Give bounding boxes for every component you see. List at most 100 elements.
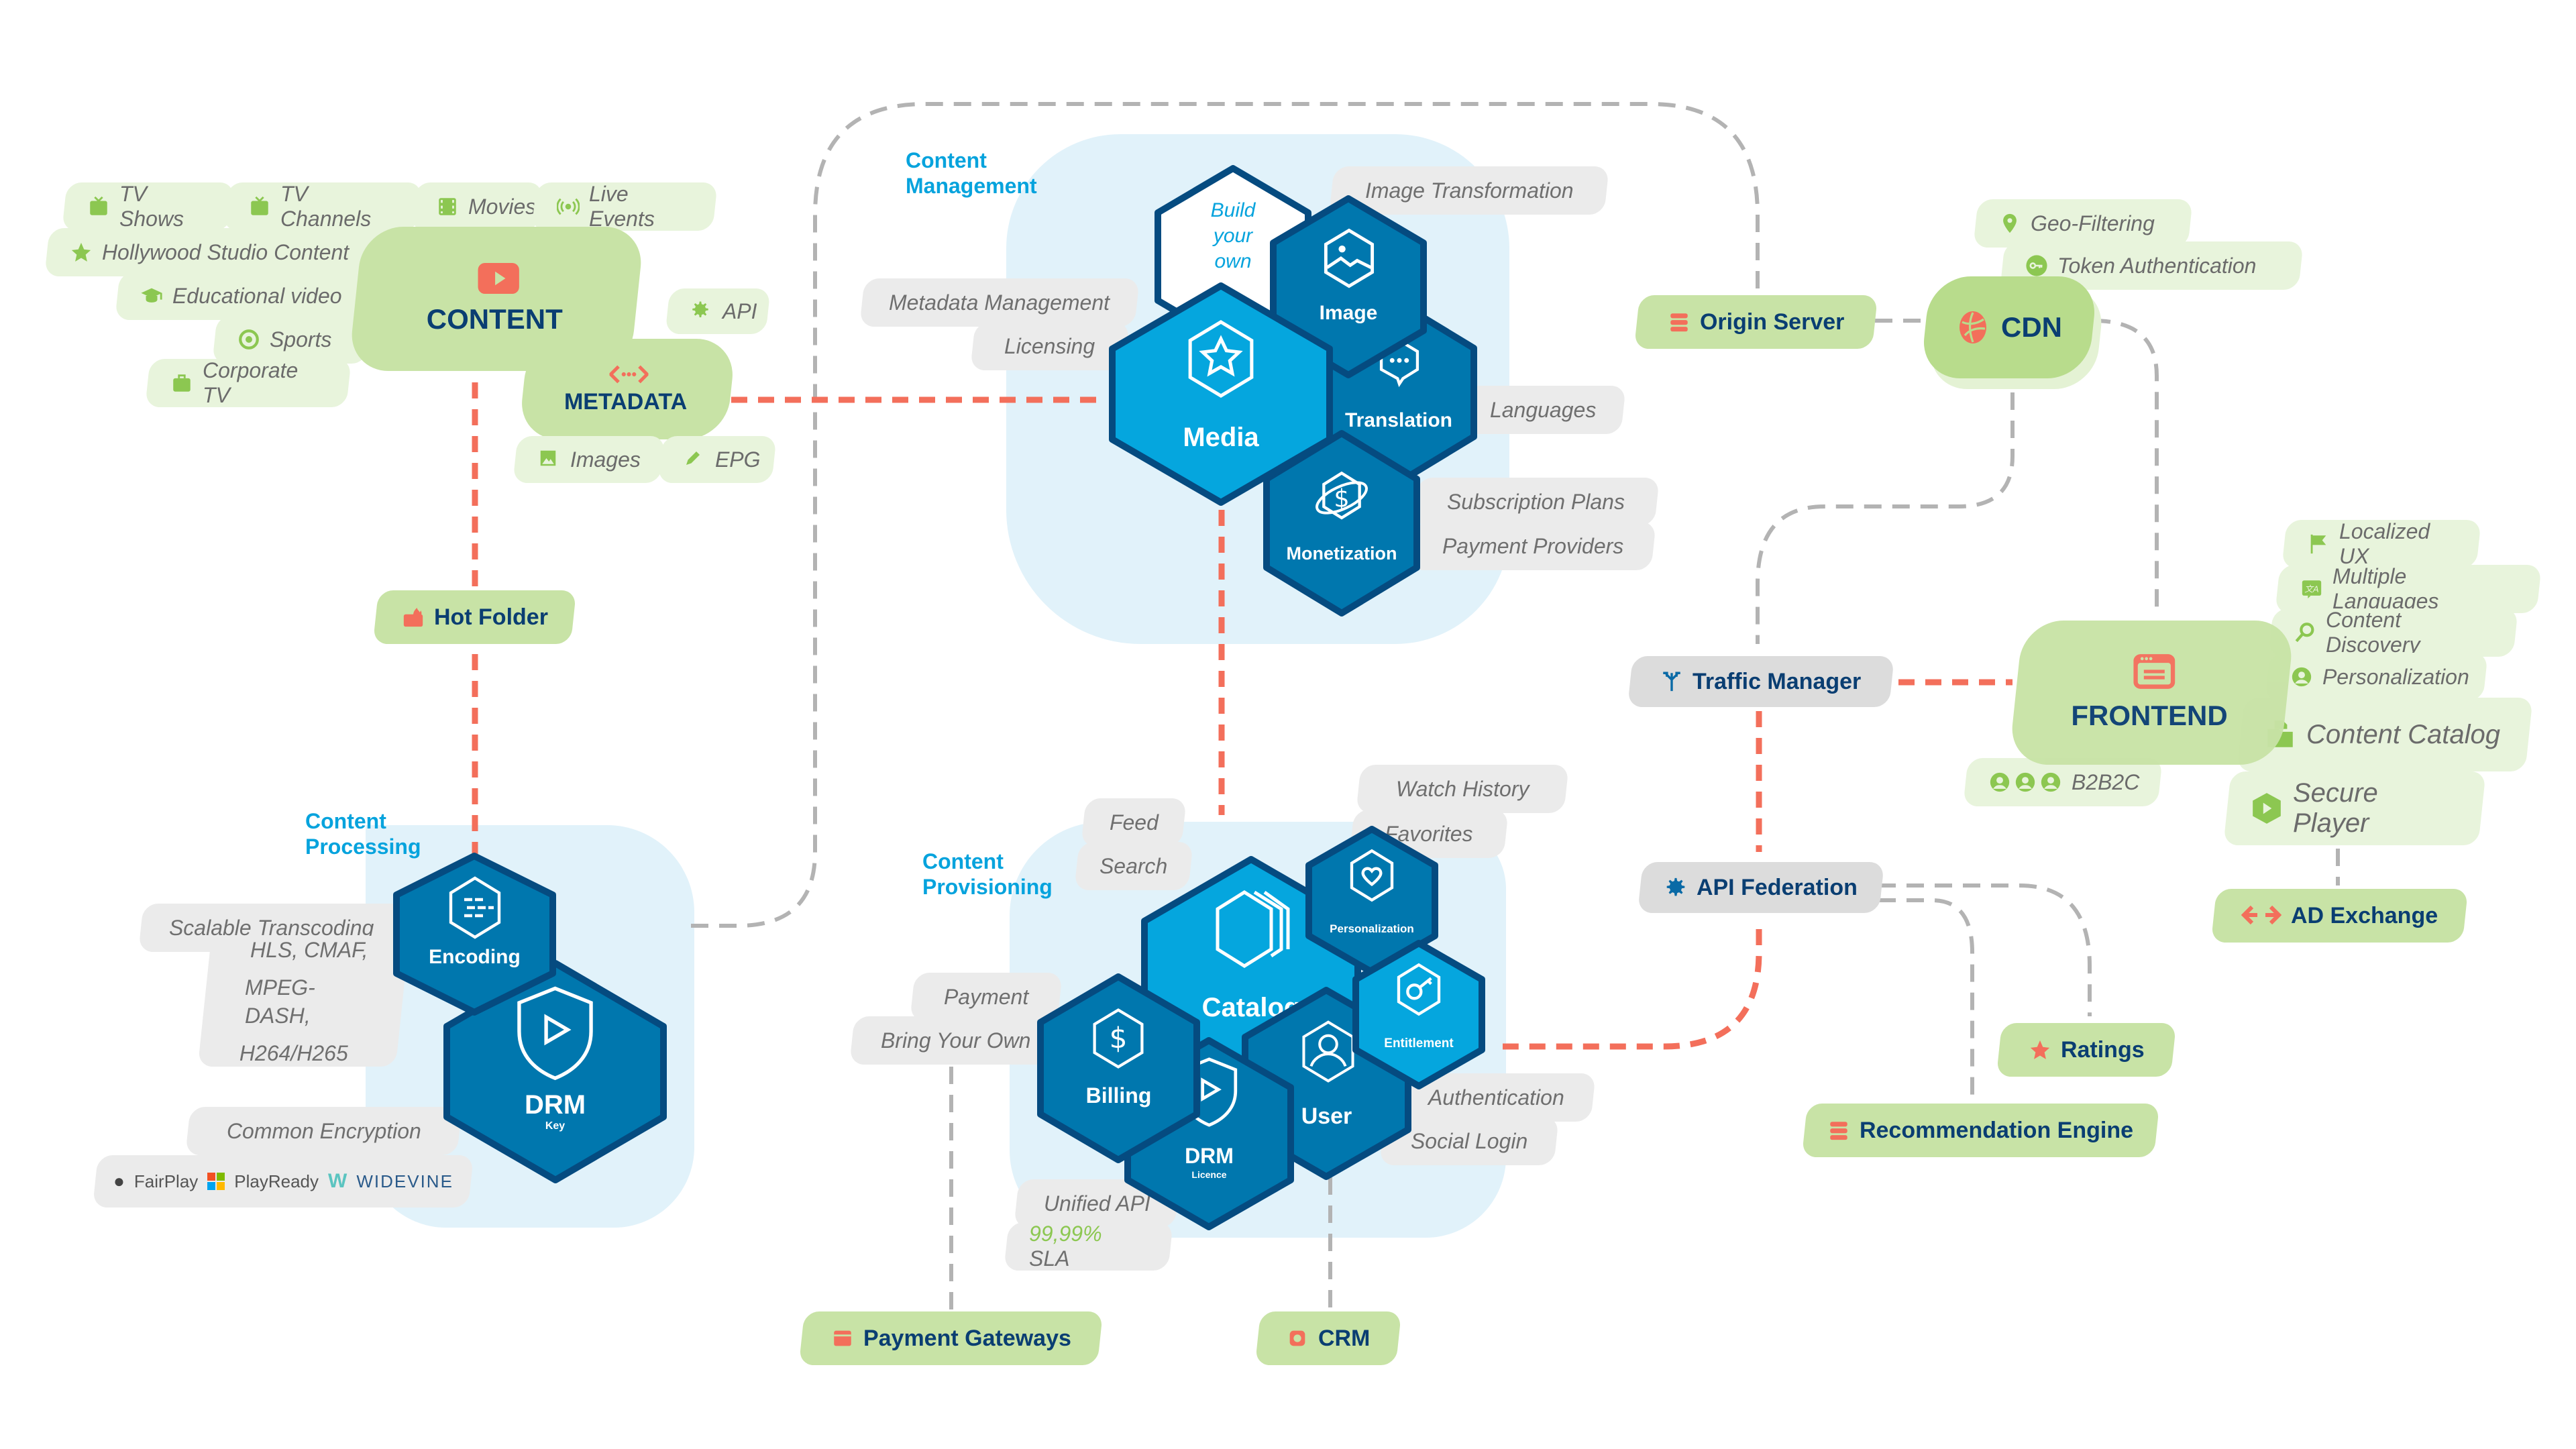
feature-label: Watch History <box>1395 776 1529 801</box>
geo-filtering-label: Geo-Filtering <box>2031 211 2155 235</box>
briefcase-icon <box>170 372 193 394</box>
apple-icon: ● <box>113 1171 125 1191</box>
drm-key-label: DRM <box>524 1090 586 1120</box>
encoding-lines-icon <box>443 875 507 940</box>
widevine-label: WIDEVINE <box>356 1171 453 1191</box>
drm-licence-sub: Licence <box>1191 1169 1227 1180</box>
encoding-label: Encoding <box>429 946 521 968</box>
server-icon <box>1827 1119 1850 1142</box>
coral-api-to-provisioning <box>1503 929 1762 1050</box>
star-icon <box>2029 1038 2051 1061</box>
origin-server-node[interactable]: Origin Server <box>1633 295 1878 349</box>
split-arrows-icon <box>1660 670 1683 693</box>
payment-gateways-label: Payment Gateways <box>863 1325 1071 1351</box>
content-type-label: Corporate TV <box>203 358 299 407</box>
user-icon <box>1298 1020 1358 1083</box>
cdn-label: CDN <box>2000 311 2062 343</box>
metadata-title: METADATA <box>564 388 688 415</box>
hex-encoding[interactable]: Encoding <box>392 852 557 1016</box>
frontend-title: FRONTEND <box>2071 699 2228 731</box>
code-icon <box>608 364 650 383</box>
content-type-label: Live Events <box>589 182 655 231</box>
feature-bring-your-own: Bring Your Own <box>849 1016 1063 1065</box>
content-type-label: Movies <box>468 194 537 219</box>
metadata-epg-label: EPG <box>715 447 761 472</box>
format-line: MPEG-DASH, <box>245 975 315 1028</box>
catalog-stack-icon <box>1204 882 1298 983</box>
billing-label: Billing <box>1085 1083 1152 1108</box>
metadata-epg: EPG <box>657 436 777 483</box>
entitlement-label: Entitlement <box>1384 1036 1454 1051</box>
frontend-node[interactable]: FRONTEND <box>2008 621 2296 765</box>
format-line: H264/H265 <box>239 1040 348 1065</box>
metadata-images-label: Images <box>570 447 641 472</box>
svg-text:$: $ <box>1334 484 1349 513</box>
metadata-images: Images <box>513 436 665 483</box>
ad-exchange-label: AD Exchange <box>2290 902 2438 928</box>
dashed-cdn-to-traffic <box>1756 392 2015 644</box>
b2b2c-label: B2B2C <box>2072 769 2140 794</box>
payment-gateways-node[interactable]: Payment Gateways <box>798 1311 1104 1365</box>
content-type-label: Educational video <box>172 283 342 308</box>
hex-billing[interactable]: $ Billing <box>1036 973 1201 1164</box>
traffic-manager-node[interactable]: Traffic Manager <box>1627 656 1894 707</box>
content-title: CONTENT <box>426 303 563 335</box>
translation-label: Translation <box>1344 409 1453 431</box>
section-title-line: Content <box>305 809 386 833</box>
hex-entitlement[interactable]: Entitlement <box>1352 939 1486 1090</box>
sla-label: SLA <box>1029 1246 1070 1271</box>
frontend-feature-label: Content Discovery <box>2326 608 2420 657</box>
server-icon <box>1668 311 1690 333</box>
dashed-cdn-to-frontend <box>2092 319 2159 607</box>
frontend-feature-localized-ux: Localized UX <box>2282 519 2481 568</box>
api-federation-label: API Federation <box>1697 874 1858 900</box>
token-authentication-label: Token Authentication <box>2057 253 2257 278</box>
metadata-api-label: API <box>722 299 757 323</box>
key-icon <box>2025 254 2048 277</box>
feature-label: Subscription Plans <box>1447 489 1625 514</box>
api-federation-node[interactable]: API Federation <box>1638 862 1884 913</box>
hex-media[interactable]: Media <box>1107 282 1335 506</box>
ball-icon <box>237 328 260 351</box>
ad-exchange-node[interactable]: AD Exchange <box>2210 889 2469 943</box>
feature-feed: Feed <box>1081 798 1187 847</box>
broadcast-icon <box>556 195 580 218</box>
content-provisioning-title: Content Provisioning <box>922 849 1053 900</box>
pencil-icon <box>683 448 706 471</box>
widevine-icon: W <box>327 1170 347 1192</box>
translate-icon: 文A <box>2300 578 2323 600</box>
feature-label: Common Encryption <box>226 1118 421 1143</box>
feature-payment-providers: Payment Providers <box>1409 522 1656 570</box>
media-label: Media <box>1183 423 1259 452</box>
star-icon <box>70 241 93 264</box>
windows-icon <box>207 1173 225 1190</box>
content-type-label: TV Shows <box>119 182 184 231</box>
content-type-corporate-tv: Corporate TV <box>145 358 352 407</box>
frontend-feature-label: Content Catalog <box>2306 719 2501 749</box>
frontend-feature-multiple-languages: 文A Multiple Languages <box>2275 564 2542 613</box>
feature-languages: Languages <box>1460 386 1626 434</box>
feature-common-encryption: Common Encryption <box>185 1107 462 1155</box>
metadata-node[interactable]: METADATA <box>518 339 737 439</box>
origin-server-label: Origin Server <box>1699 309 1845 335</box>
section-title-line: Content <box>906 148 987 172</box>
content-type-label: TV Channels <box>280 182 372 231</box>
graduation-cap-icon <box>140 284 163 307</box>
image-icon <box>1320 228 1378 288</box>
video-play-icon <box>478 262 519 294</box>
gear-icon <box>690 300 713 323</box>
feature-metadata-management: Metadata Management <box>859 278 1140 327</box>
content-type-educational: Educational video <box>115 272 388 320</box>
crm-node[interactable]: CRM <box>1254 1311 1402 1365</box>
recommendation-engine-node[interactable]: Recommendation Engine <box>1801 1104 2160 1157</box>
ratings-node[interactable]: Ratings <box>1996 1023 2177 1077</box>
frontend-feature-label: Localized UX <box>2339 519 2430 568</box>
hot-folder-node[interactable]: Hot Folder <box>372 590 577 644</box>
feature-watch-history: Watch History <box>1356 765 1569 813</box>
card-icon <box>831 1327 854 1350</box>
format-line: HLS, CMAF, <box>250 937 368 962</box>
cdn-node[interactable]: CDN <box>1920 276 2098 378</box>
frontend-feature-label: Multiple Languages <box>2332 564 2439 613</box>
browser-window-icon <box>2133 653 2175 689</box>
fairplay-label: FairPlay <box>133 1171 198 1191</box>
